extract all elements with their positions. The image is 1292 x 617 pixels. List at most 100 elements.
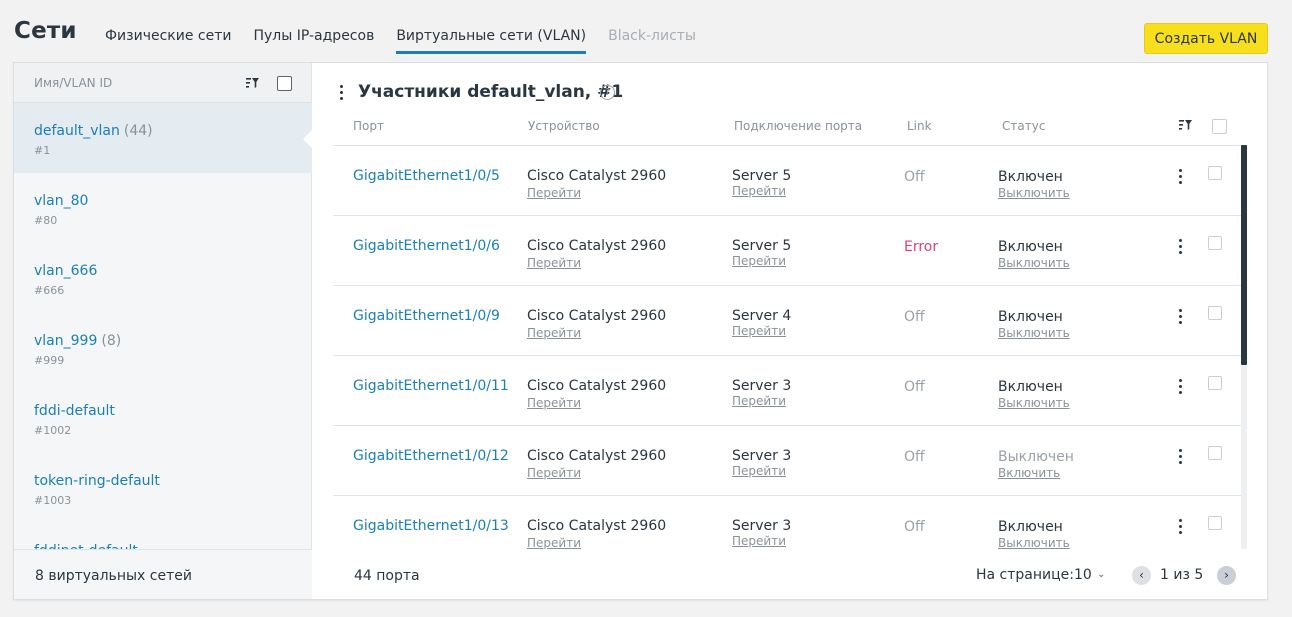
- connection-name: Server 4: [732, 308, 792, 324]
- status-text: Включен: [998, 309, 1063, 325]
- device-goto-link[interactable]: Перейти: [527, 186, 581, 200]
- vlan-item-vlan-666[interactable]: vlan_666 #666: [14, 243, 312, 313]
- row-more-options-icon[interactable]: [1179, 449, 1183, 465]
- per-page-select[interactable]: 10: [1074, 567, 1092, 583]
- sidebar-column-label: Имя/VLAN ID: [34, 76, 113, 90]
- vlan-sidebar: Имя/VLAN ID default_vlan (44) #1 vlan_80 …: [14, 63, 312, 599]
- vlan-item-fddinet-default[interactable]: fddinet-default: [14, 523, 312, 549]
- help-icon[interactable]: ?: [600, 85, 615, 100]
- more-options-icon[interactable]: [340, 85, 344, 101]
- topbar: Сети Физические сети Пулы IP-адресов Вир…: [0, 0, 1292, 62]
- row-more-options-icon[interactable]: [1179, 309, 1183, 325]
- tab-ip-pools[interactable]: Пулы IP-адресов: [253, 28, 374, 54]
- status-toggle-link[interactable]: Выключить: [998, 536, 1070, 549]
- link-state: Off: [904, 449, 925, 465]
- members-table: GigabitEthernet1/0/5 Cisco Catalyst 2960 П…: [333, 145, 1243, 549]
- column-header-status[interactable]: Статус: [1002, 119, 1045, 133]
- status-text: Выключен: [998, 449, 1074, 465]
- link-state: Off: [904, 169, 925, 185]
- vlan-item-fddi-default[interactable]: fddi-default #1002: [14, 383, 312, 453]
- prev-page-button[interactable]: ‹: [1132, 566, 1151, 585]
- connection-goto-link[interactable]: Перейти: [732, 184, 786, 198]
- vlan-item-vlan-80[interactable]: vlan_80 #80: [14, 173, 312, 243]
- table-row: GigabitEthernet1/0/6 Cisco Catalyst 2960 П…: [333, 216, 1243, 286]
- vlan-item-token-ring-default[interactable]: token-ring-default #1003: [14, 453, 312, 523]
- vlan-name-text: vlan_999: [34, 333, 98, 349]
- link-state: Off: [904, 519, 925, 535]
- vlan-item-vlan-999[interactable]: vlan_999 (8) #999: [14, 313, 312, 383]
- port-link[interactable]: GigabitEthernet1/0/5: [353, 168, 500, 184]
- row-more-options-icon[interactable]: [1179, 239, 1183, 255]
- status-toggle-link[interactable]: Выключить: [998, 256, 1070, 270]
- filter-icon[interactable]: [1179, 119, 1193, 131]
- device-goto-link[interactable]: Перейти: [527, 326, 581, 340]
- status-toggle-link[interactable]: Выключить: [998, 396, 1070, 410]
- vlan-count: (8): [101, 333, 122, 349]
- scrollbar-thumb[interactable]: [1241, 145, 1247, 365]
- row-checkbox[interactable]: [1208, 166, 1222, 180]
- vlan-name-text: vlan_666: [34, 263, 98, 279]
- connection-goto-link[interactable]: Перейти: [732, 324, 786, 338]
- row-checkbox[interactable]: [1208, 306, 1222, 320]
- vlan-id: #666: [34, 284, 65, 297]
- row-more-options-icon[interactable]: [1179, 379, 1183, 395]
- row-checkbox[interactable]: [1208, 236, 1222, 250]
- vlan-name-text: vlan_80: [34, 193, 89, 209]
- vlan-id: #1003: [34, 494, 72, 507]
- device-name: Cisco Catalyst 2960: [527, 518, 667, 534]
- vlan-name: vlan_80: [34, 193, 88, 209]
- link-state: Off: [904, 379, 925, 395]
- select-all-checkbox[interactable]: [1212, 119, 1227, 134]
- port-link[interactable]: GigabitEthernet1/0/12: [353, 448, 509, 464]
- filter-icon[interactable]: [246, 77, 260, 89]
- connection-goto-link[interactable]: Перейти: [732, 464, 786, 478]
- device-goto-link[interactable]: Перейти: [527, 466, 581, 480]
- content-panel: Имя/VLAN ID default_vlan (44) #1 vlan_80 …: [13, 62, 1268, 600]
- next-page-button[interactable]: ›: [1217, 566, 1236, 585]
- status-text: Включен: [998, 169, 1063, 185]
- tab-vlan[interactable]: Виртуальные сети (VLAN): [396, 28, 587, 54]
- port-link[interactable]: GigabitEthernet1/0/11: [353, 378, 509, 394]
- status-toggle-link[interactable]: Выключить: [998, 326, 1070, 340]
- device-goto-link[interactable]: Перейти: [527, 536, 581, 549]
- sidebar-header: Имя/VLAN ID: [14, 63, 311, 103]
- row-more-options-icon[interactable]: [1179, 169, 1183, 185]
- port-link[interactable]: GigabitEthernet1/0/13: [353, 518, 509, 534]
- device-name: Cisco Catalyst 2960: [527, 378, 667, 394]
- device-goto-link[interactable]: Перейти: [527, 256, 581, 270]
- status-toggle-link[interactable]: Включить: [998, 466, 1060, 480]
- scrollbar[interactable]: [1241, 145, 1247, 549]
- row-more-options-icon[interactable]: [1179, 519, 1183, 535]
- status-text: Включен: [998, 379, 1063, 395]
- vlan-count: (44): [123, 123, 153, 139]
- row-checkbox[interactable]: [1208, 446, 1222, 460]
- tab-physical-networks[interactable]: Физические сети: [105, 28, 231, 54]
- port-link[interactable]: GigabitEthernet1/0/6: [353, 238, 500, 254]
- connection-goto-link[interactable]: Перейти: [732, 534, 786, 548]
- status-text: Включен: [998, 239, 1063, 255]
- connection-name: Server 5: [732, 238, 792, 254]
- column-header-device[interactable]: Устройство: [528, 119, 600, 133]
- row-checkbox[interactable]: [1208, 516, 1222, 530]
- vlan-members-section: Участники default_vlan, #1 ? Порт Устрой…: [313, 63, 1268, 599]
- device-goto-link[interactable]: Перейти: [527, 396, 581, 410]
- column-header-port[interactable]: Порт: [353, 119, 384, 133]
- per-page-label: На странице:: [976, 567, 1074, 583]
- vlan-name: vlan_999 (8): [34, 333, 121, 349]
- port-link[interactable]: GigabitEthernet1/0/9: [353, 308, 500, 324]
- column-header-connection[interactable]: Подключение порта: [734, 119, 862, 133]
- vlan-name: vlan_666: [34, 263, 97, 279]
- row-checkbox[interactable]: [1208, 376, 1222, 390]
- tab-blacklists[interactable]: Black-листы: [608, 28, 696, 54]
- chevron-down-icon[interactable]: ⌄: [1097, 569, 1105, 580]
- link-state: Off: [904, 309, 925, 325]
- connection-goto-link[interactable]: Перейти: [732, 394, 786, 408]
- device-name: Cisco Catalyst 2960: [527, 238, 667, 254]
- create-vlan-button[interactable]: Создать VLAN: [1144, 23, 1268, 54]
- device-name: Cisco Catalyst 2960: [527, 308, 667, 324]
- connection-goto-link[interactable]: Перейти: [732, 254, 786, 268]
- column-header-link[interactable]: Link: [907, 119, 932, 133]
- status-toggle-link[interactable]: Выключить: [998, 186, 1070, 200]
- select-all-checkbox[interactable]: [277, 76, 292, 91]
- vlan-item-default-vlan[interactable]: default_vlan (44) #1: [14, 103, 312, 173]
